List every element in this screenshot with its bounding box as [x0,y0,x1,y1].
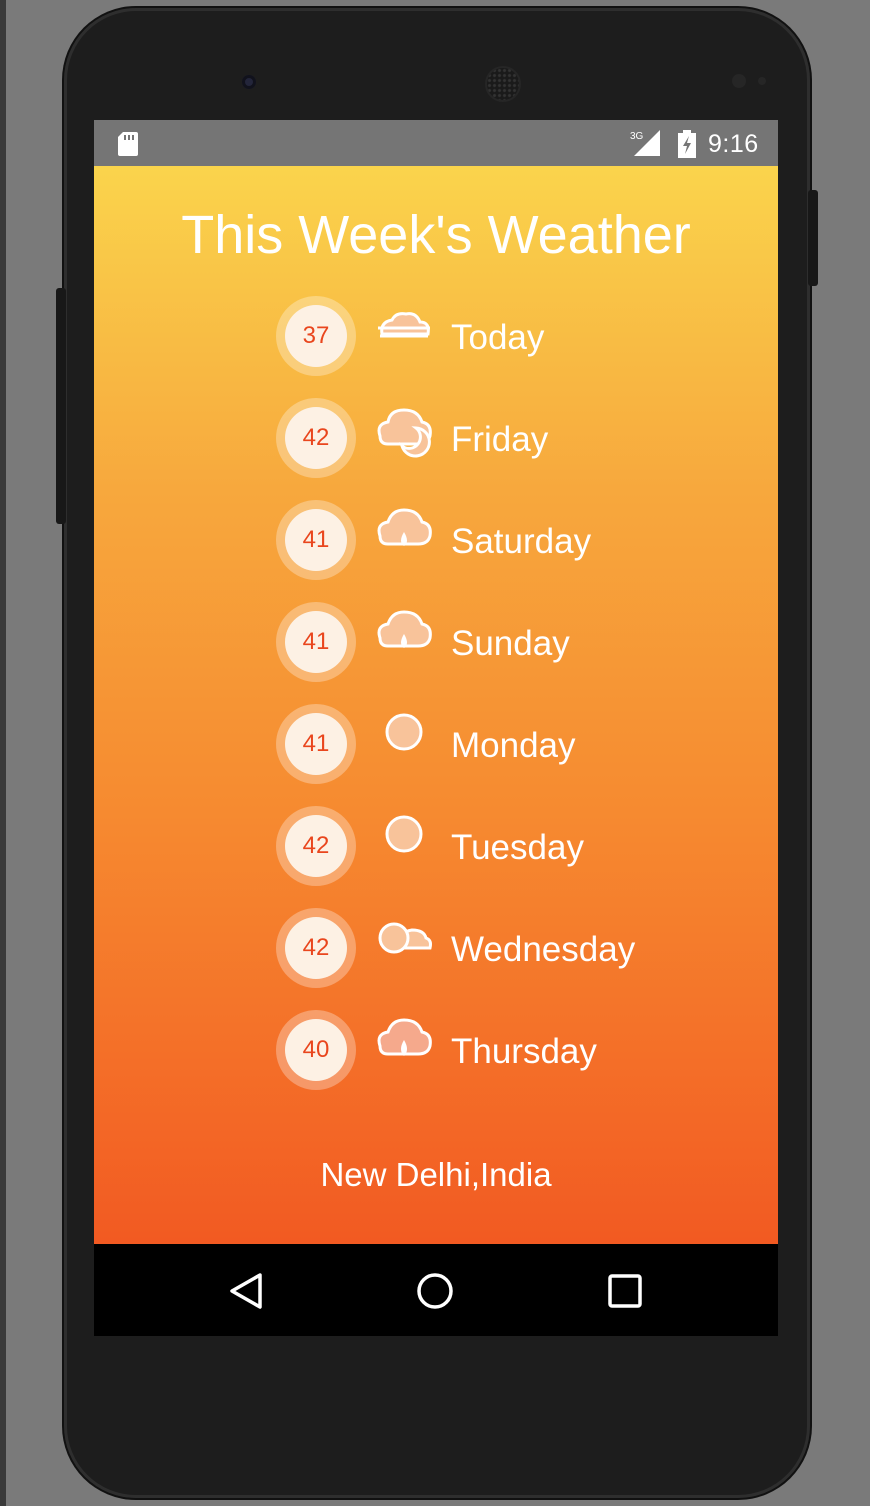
forecast-row[interactable]: 40 Thursday [276,1010,676,1100]
sun-icon [385,815,423,853]
temperature-badge: 42 [276,908,356,988]
temperature-badge: 41 [276,704,356,784]
rain-cloud-icon [377,508,432,546]
forecast-row[interactable]: 37 Today [276,296,676,386]
home-icon[interactable] [416,1272,454,1310]
network-type-label: 3G [630,131,644,142]
temperature-badge: 41 [276,602,356,682]
page-title: This Week's Weather [181,205,691,265]
recent-apps-icon[interactable] [608,1274,642,1308]
sun-icon [385,713,423,751]
power-button [808,190,818,286]
fog-icon [378,312,430,338]
forecast-row[interactable]: 42 Friday [276,398,676,488]
day-label: Tuesday [451,828,584,867]
status-time: 9:16 [708,130,759,158]
day-label: Wednesday [451,930,636,969]
partly-cloudy-icon [378,922,432,954]
forecast-row[interactable]: 41 Saturday [276,500,676,590]
proximity-sensor [732,74,746,88]
location-label: New Delhi,India [320,1156,552,1193]
temperature-value: 41 [285,713,347,775]
earpiece-speaker [485,66,521,102]
signal-3g-icon: 3G [630,130,660,156]
temperature-value: 37 [285,305,347,367]
temperature-badge: 40 [276,1010,356,1090]
temperature-value: 42 [285,407,347,469]
weather-app: This Week's Weather 37 Today 42 Friday 4… [94,166,778,1244]
cloudy-night-icon [377,408,432,458]
temperature-badge: 37 [276,296,356,376]
front-camera [242,75,256,89]
forecast-row[interactable]: 41 Sunday [276,602,676,692]
temperature-badge: 42 [276,398,356,478]
light-sensor [758,77,766,85]
back-icon[interactable] [228,1272,264,1310]
sd-card-icon [118,132,138,156]
background-strip [0,0,6,1506]
rain-cloud-icon [377,1018,432,1056]
volume-button [56,288,66,524]
forecast-row[interactable]: 41 Monday [276,704,676,794]
forecast-row[interactable]: 42 Wednesday [276,908,676,998]
temperature-value: 40 [285,1019,347,1081]
battery-charging-icon [678,130,696,158]
day-label: Saturday [451,522,592,561]
temperature-value: 42 [285,917,347,979]
day-label: Thursday [451,1032,597,1071]
day-label: Friday [451,420,549,459]
day-label: Monday [451,726,576,765]
status-bar: 3G 9:16 [94,120,778,166]
day-label: Sunday [451,624,570,663]
forecast-row[interactable]: 42 Tuesday [276,806,676,896]
temperature-value: 42 [285,815,347,877]
temperature-value: 41 [285,509,347,571]
day-label: Today [451,318,545,357]
navigation-bar [94,1244,778,1336]
temperature-value: 41 [285,611,347,673]
temperature-badge: 42 [276,806,356,886]
device-screen: 3G 9:16 This Week's Weather 37 Today 42 [94,120,778,1336]
temperature-badge: 41 [276,500,356,580]
rain-cloud-icon [377,610,432,648]
